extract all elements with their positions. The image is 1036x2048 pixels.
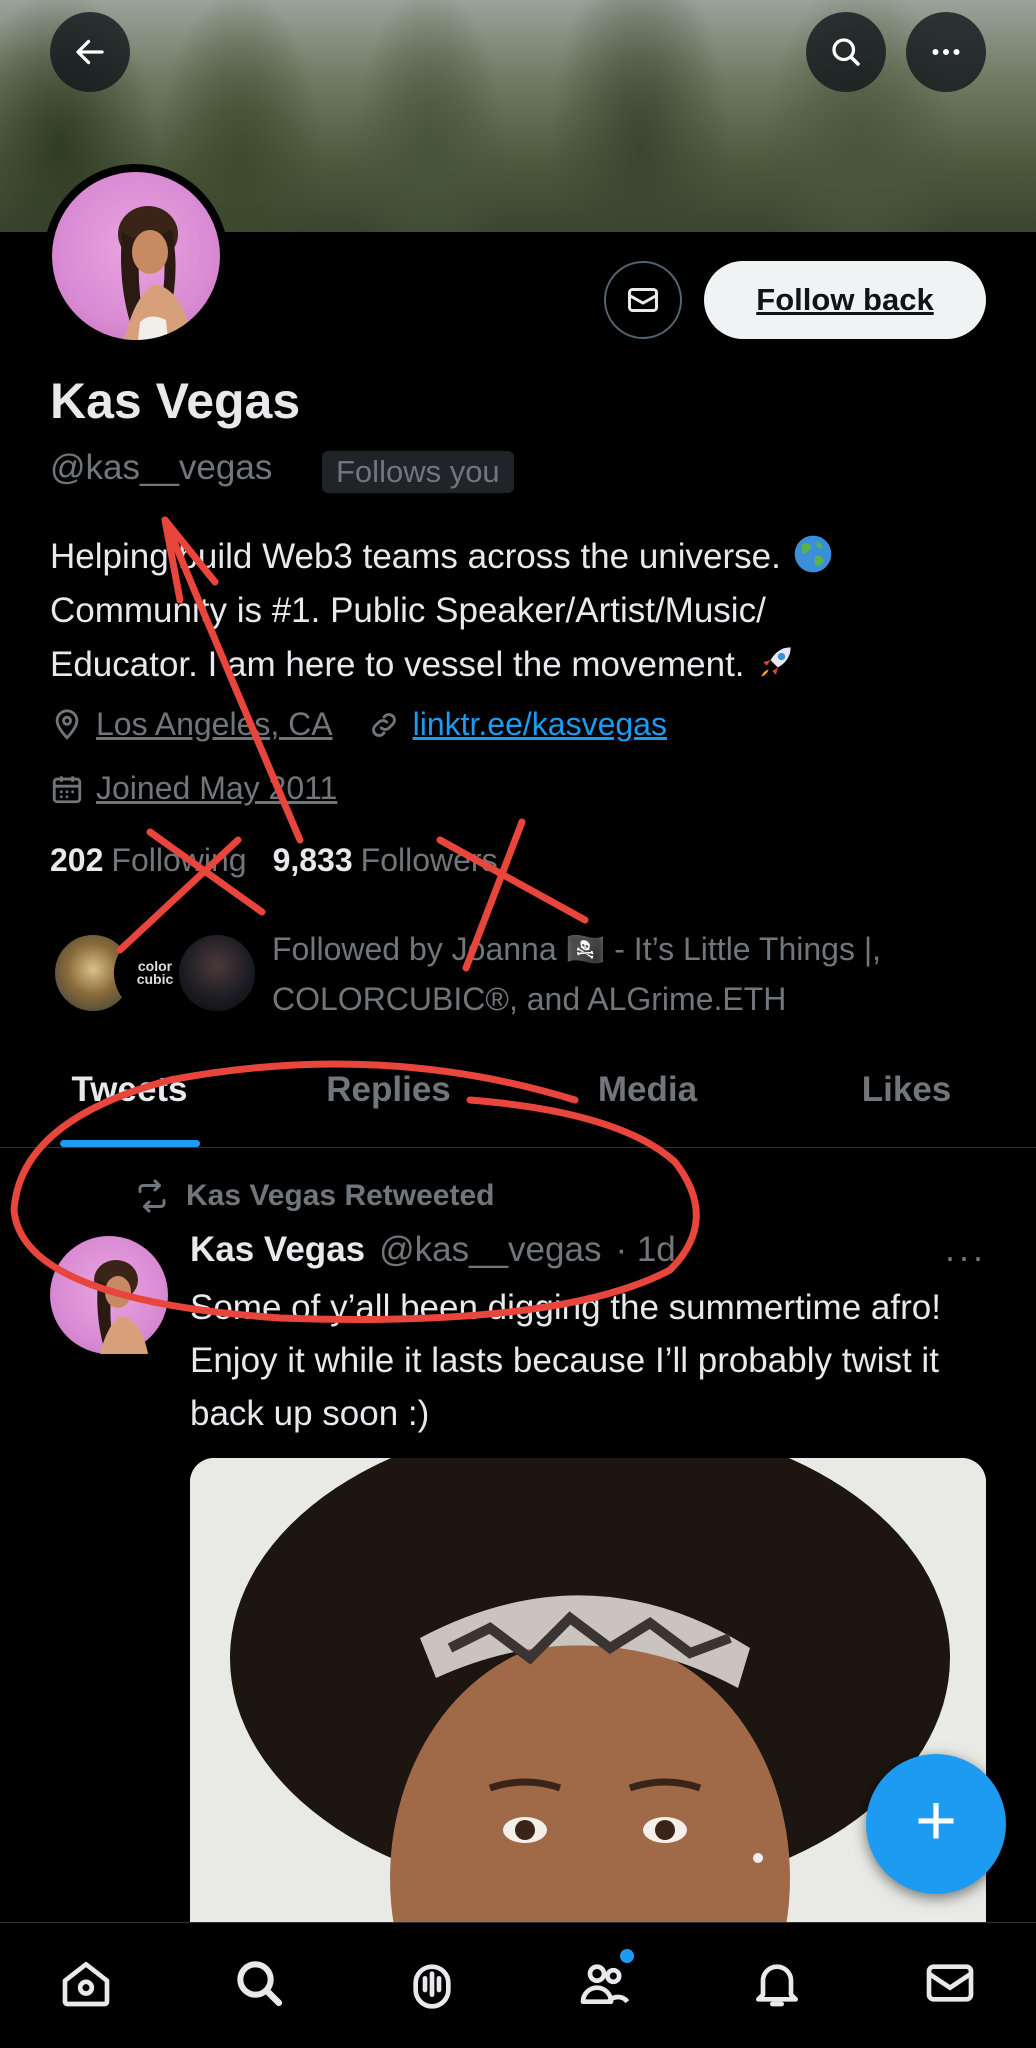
- tweet-time: · 1d: [615, 1230, 676, 1269]
- profile-bio: Helping build Web3 teams across the univ…: [50, 530, 980, 692]
- follow-stats: 202 Following 9,833 Followers: [50, 842, 498, 879]
- follow-back-button[interactable]: Follow back: [704, 261, 986, 339]
- location-text: Los Angeles, CA: [96, 706, 333, 742]
- arrow-left-icon: [76, 39, 104, 65]
- tab-tweets[interactable]: Tweets: [0, 1052, 259, 1147]
- search-button[interactable]: [806, 12, 886, 92]
- website-link[interactable]: linktr.ee/kasvegas: [413, 706, 667, 743]
- active-tab-indicator: [59, 1140, 200, 1147]
- home-icon: [62, 1962, 110, 2007]
- followers-stat[interactable]: 9,833 Followers: [273, 842, 498, 879]
- nav-messages[interactable]: [910, 1953, 990, 2013]
- mail-icon: [926, 1964, 973, 2002]
- profile-handle: @kas__vegas: [50, 448, 273, 487]
- bottom-navigation: [0, 1922, 1036, 2048]
- compose-tweet-button[interactable]: +: [866, 1754, 1006, 1894]
- nav-search[interactable]: [219, 1953, 299, 2013]
- nav-notifications[interactable]: [737, 1953, 817, 2013]
- globe-emoji-icon: [794, 535, 831, 573]
- following-stat[interactable]: 202 Following: [50, 842, 247, 879]
- link-icon: [371, 712, 396, 737]
- calendar-icon: [52, 775, 82, 803]
- more-horizontal-icon: [932, 49, 960, 55]
- retweet-icon: [138, 1179, 166, 1213]
- tweet-text: Some of y’all been digging the summertim…: [190, 1288, 941, 1433]
- tab-media[interactable]: Media: [518, 1052, 777, 1147]
- tab-replies[interactable]: Replies: [259, 1052, 518, 1147]
- follower-avatar-algrime: [176, 932, 258, 1014]
- profile-avatar[interactable]: [44, 164, 228, 348]
- location-pin-icon: [55, 708, 79, 740]
- nav-communities[interactable]: [564, 1949, 644, 2013]
- follows-you-badge: Follows you: [322, 451, 514, 493]
- profile-name: Kas Vegas: [50, 373, 301, 429]
- search-icon: [237, 1961, 283, 2007]
- avatar-image: [52, 172, 220, 340]
- more-button[interactable]: [906, 12, 986, 92]
- nav-spaces[interactable]: [392, 1953, 472, 2013]
- joined-row: Joined May 2011: [50, 770, 337, 807]
- profile-tabs: Tweets Replies Media Likes: [0, 1052, 1036, 1148]
- mail-icon: [628, 288, 658, 312]
- rocket-emoji-icon: [761, 647, 791, 677]
- bell-icon: [755, 1964, 798, 2007]
- tweet-author-name[interactable]: Kas Vegas: [190, 1230, 365, 1270]
- followed-by-text[interactable]: Followed by Joanna 🏴‍☠️ - It’s Little Th…: [272, 924, 1002, 1024]
- communities-icon: [580, 1964, 630, 2004]
- tweet-header: Kas Vegas @kas__vegas · 1d: [190, 1230, 676, 1270]
- location-row: Los Angeles, CA linktr.ee/kasvegas: [50, 706, 667, 743]
- search-icon: [832, 38, 860, 66]
- nav-home[interactable]: [46, 1953, 126, 2013]
- retweet-context: Kas Vegas Retweeted: [134, 1178, 494, 1214]
- joined-date: Joined May 2011: [96, 770, 338, 806]
- tweet-media-image[interactable]: [190, 1458, 986, 1928]
- tweet-author-handle: @kas__vegas: [379, 1230, 602, 1269]
- followed-by-avatars[interactable]: color cubic: [52, 932, 258, 1014]
- tweet-author-avatar[interactable]: [50, 1236, 168, 1354]
- tab-likes[interactable]: Likes: [777, 1052, 1036, 1147]
- message-button[interactable]: [604, 261, 682, 339]
- back-button[interactable]: [50, 12, 130, 92]
- tweet-more-button[interactable]: ···: [944, 1236, 986, 1278]
- spaces-icon: [412, 1964, 451, 2009]
